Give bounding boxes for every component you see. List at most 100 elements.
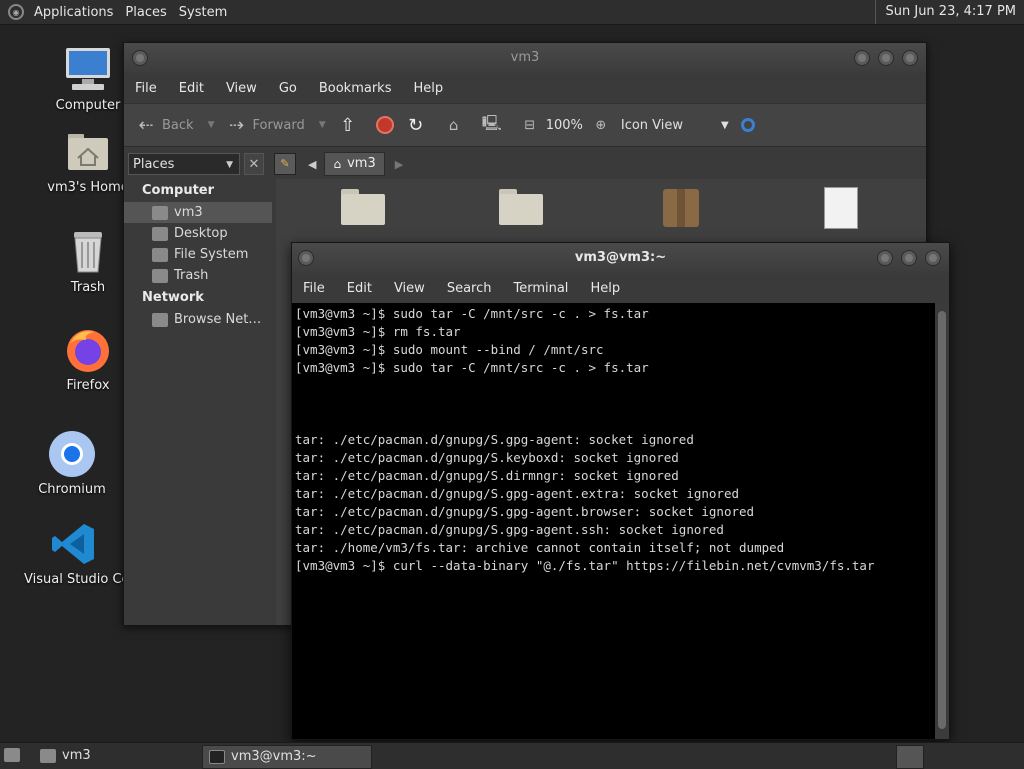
distro-logo-icon[interactable]: ◉ — [8, 4, 24, 20]
desktop-icon-label: Visual Studio Cod — [24, 572, 124, 587]
home-button[interactable]: ⌂ — [444, 116, 470, 134]
terminal-text: [vm3@vm3 ~]$ sudo tar -C /mnt/src -c . >… — [292, 303, 935, 575]
minimize-button[interactable] — [854, 50, 870, 66]
workspace-switcher[interactable] — [896, 745, 924, 769]
sidebar-item-file-system[interactable]: File System — [124, 244, 272, 265]
close-button[interactable] — [925, 250, 941, 266]
sidebar-item-label: Desktop — [174, 226, 228, 241]
window-menu-button[interactable] — [298, 250, 314, 266]
close-button[interactable] — [902, 50, 918, 66]
places-menu[interactable]: Places — [119, 5, 172, 20]
back-history-dropdown[interactable]: ▼ — [208, 120, 215, 130]
sidebar-item-label: vm3 — [174, 205, 203, 220]
menu-edit[interactable]: Edit — [336, 281, 383, 296]
sidebar-item-label: Trash — [174, 268, 208, 283]
arrow-up-icon: ⇧ — [338, 115, 358, 136]
system-menu[interactable]: System — [173, 5, 233, 20]
arrow-left-icon: ⇠ — [136, 115, 156, 136]
terminal-titlebar[interactable]: vm3@vm3:~ — [292, 243, 949, 273]
file-manager-menubar: File Edit View Go Bookmarks Help — [124, 73, 926, 103]
window-menu-button[interactable] — [132, 50, 148, 66]
applications-menu[interactable]: Applications — [28, 5, 119, 20]
forward-history-dropdown[interactable]: ▼ — [319, 120, 326, 130]
terminal-icon — [209, 750, 225, 764]
path-left-arrow-icon[interactable]: ◀ — [308, 158, 316, 171]
window-title: vm3@vm3:~ — [575, 250, 666, 265]
stop-icon — [376, 116, 394, 134]
folder-icon — [341, 189, 385, 225]
taskbar-item-terminal[interactable]: vm3@vm3:~ — [202, 745, 372, 769]
file-item-document[interactable] — [806, 187, 876, 229]
bottom-panel: vm3 vm3@vm3:~ — [0, 742, 1024, 769]
menu-help[interactable]: Help — [402, 81, 454, 96]
minimize-button[interactable] — [877, 250, 893, 266]
computer-icon: 🖳 — [482, 113, 502, 138]
sidebar-item-vm3[interactable]: vm3 — [124, 202, 272, 223]
up-button[interactable]: ⇧ — [338, 115, 364, 136]
terminal-scrollbar[interactable] — [935, 303, 949, 739]
menu-view[interactable]: View — [215, 81, 268, 96]
menu-go[interactable]: Go — [268, 81, 308, 96]
zoom-control[interactable]: ⊟ 100% ⊕ — [520, 118, 617, 133]
menu-bookmarks[interactable]: Bookmarks — [308, 81, 403, 96]
stop-button[interactable] — [376, 116, 394, 134]
terminal-output[interactable]: [vm3@vm3 ~]$ sudo tar -C /mnt/src -c . >… — [292, 303, 935, 739]
home-folder-icon — [64, 128, 112, 176]
chromium-icon — [48, 430, 96, 478]
computer-button[interactable]: 🖳 — [482, 113, 508, 138]
maximize-button[interactable] — [878, 50, 894, 66]
location-row: Places ✕ ✎ ◀ ⌂ vm3 ▶ — [124, 147, 926, 181]
menu-terminal[interactable]: Terminal — [502, 281, 579, 296]
scrollbar-thumb[interactable] — [938, 311, 946, 729]
home-icon: ⌂ — [444, 116, 464, 134]
sidebar-item-browse-network[interactable]: Browse Net… — [124, 309, 272, 330]
menu-help[interactable]: Help — [579, 281, 631, 296]
search-button[interactable] — [741, 118, 755, 132]
home-icon — [152, 206, 168, 220]
desktop-icon-chromium[interactable]: Chromium — [22, 430, 122, 497]
file-manager-titlebar[interactable]: vm3 — [124, 43, 926, 73]
network-icon — [152, 313, 168, 327]
sidebar-type-select[interactable]: Places — [128, 153, 240, 175]
sidebar-item-trash[interactable]: Trash — [124, 265, 272, 286]
firefox-icon — [64, 326, 112, 374]
terminal-window: vm3@vm3:~ File Edit View Search Terminal… — [291, 242, 950, 740]
sidebar-item-label: Browse Net… — [174, 312, 261, 327]
maximize-button[interactable] — [901, 250, 917, 266]
close-sidebar-button[interactable]: ✕ — [244, 153, 264, 175]
sidebar-item-label: File System — [174, 247, 248, 262]
zoom-in-icon[interactable]: ⊕ — [591, 118, 611, 133]
trash-icon — [152, 269, 168, 283]
menu-search[interactable]: Search — [436, 281, 503, 296]
menu-file[interactable]: File — [292, 281, 336, 296]
file-item-downloads[interactable] — [486, 189, 556, 225]
sidebar-item-desktop[interactable]: Desktop — [124, 223, 272, 244]
menu-file[interactable]: File — [124, 81, 168, 96]
path-right-arrow-icon[interactable]: ▶ — [395, 158, 403, 171]
taskbar-item-label: vm3 — [62, 748, 91, 763]
back-button[interactable]: ⇠ Back ▼ — [136, 115, 214, 136]
file-item-fs-tar[interactable] — [646, 189, 716, 227]
file-manager-toolbar: ⇠ Back ▼ ⇢ Forward ▼ ⇧ ↻ ⌂ 🖳 ⊟ 100% ⊕ Ic… — [124, 103, 926, 147]
show-desktop-icon[interactable] — [4, 748, 20, 762]
reload-button[interactable]: ↻ — [406, 115, 432, 136]
toggle-location-entry-button[interactable]: ✎ — [274, 153, 296, 175]
zoom-level: 100% — [546, 118, 583, 133]
document-icon — [824, 187, 858, 229]
taskbar-item-vm3[interactable]: vm3 — [34, 745, 222, 767]
sidebar-header-network: Network — [124, 286, 272, 309]
view-mode-select[interactable]: Icon View ▼ — [621, 118, 729, 133]
arrow-right-icon: ⇢ — [226, 115, 246, 136]
file-item-desktop[interactable] — [328, 189, 398, 225]
menu-edit[interactable]: Edit — [168, 81, 215, 96]
path-button-label: vm3 — [347, 153, 376, 175]
trash-icon — [64, 228, 112, 276]
menu-view[interactable]: View — [383, 281, 436, 296]
clock[interactable]: Sun Jun 23, 4:17 PM — [875, 0, 1024, 24]
zoom-out-icon[interactable]: ⊟ — [520, 118, 540, 133]
forward-button[interactable]: ⇢ Forward ▼ — [226, 115, 325, 136]
desktop-icon — [152, 227, 168, 241]
path-button-vm3[interactable]: ⌂ vm3 — [324, 152, 384, 176]
desktop-icon-vscode[interactable]: Visual Studio Cod — [24, 520, 124, 587]
view-mode-label: Icon View — [621, 118, 683, 133]
